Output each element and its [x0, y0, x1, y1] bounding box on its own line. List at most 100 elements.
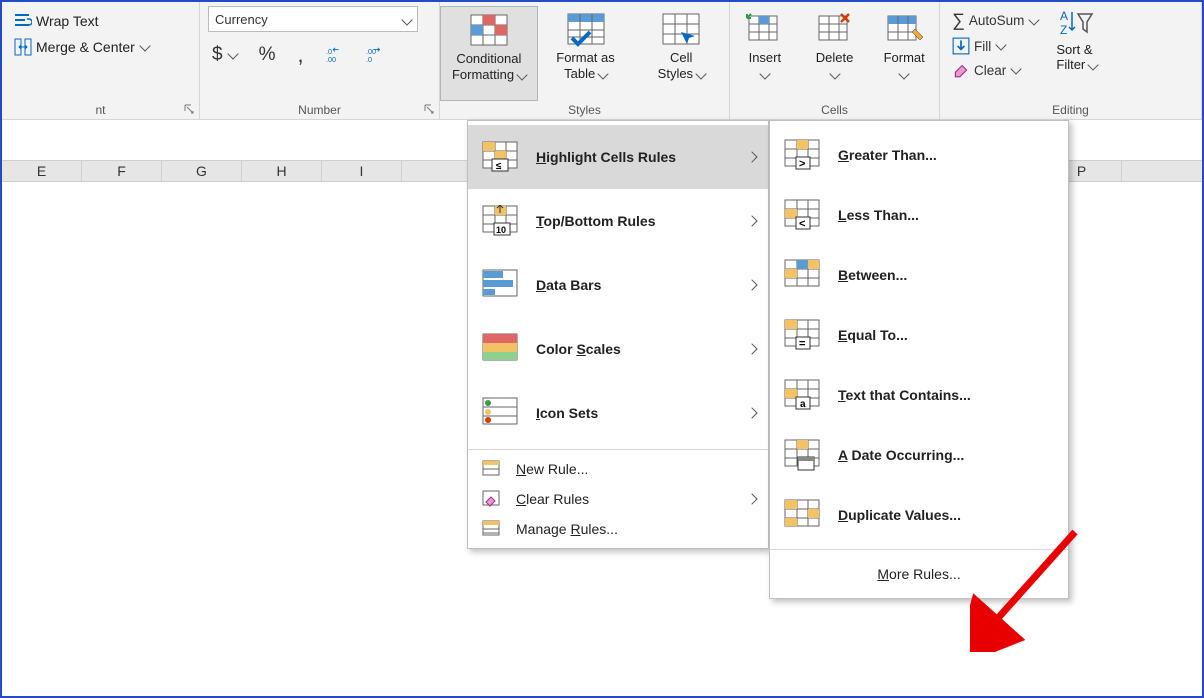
equal-to-icon: =: [784, 319, 824, 351]
new-rule-icon: [482, 460, 502, 478]
highlight-cells-submenu: > Greater Than... < Less Than... Between…: [769, 120, 1069, 599]
menu-top-bottom-rules[interactable]: 10 Top/Bottom Rules: [468, 189, 768, 253]
menu-label: ore Rules...: [889, 566, 961, 582]
icon-sets-icon: [482, 397, 522, 429]
highlight-cells-icon: ≤: [482, 141, 522, 173]
app-frame: Wrap Text Merge & Center nt Currency $: [0, 0, 1204, 698]
menu-color-scales[interactable]: Color Scales: [468, 317, 768, 381]
top-bottom-icon: 10: [482, 205, 522, 237]
less-than-icon: <: [784, 199, 824, 231]
menu-label: con Sets: [540, 405, 598, 421]
autosum-button[interactable]: ∑ AutoSum: [948, 8, 1042, 33]
clear-rules-icon: [482, 490, 502, 508]
menu-label: reater Than...: [849, 147, 937, 163]
menu-new-rule[interactable]: New Rule...: [468, 454, 768, 484]
sort-filter-button[interactable]: AZ Sort &Filter: [1052, 6, 1101, 81]
decrease-decimal-button[interactable]: .00.0: [362, 44, 388, 66]
menu-label: ighlight Cells Rules: [546, 149, 676, 165]
number-group: Currency $ % , .0.00 .00.0 Number: [200, 2, 440, 119]
delete-icon: [815, 12, 855, 48]
menu-label: ext that Contains...: [846, 387, 971, 403]
ribbon: Wrap Text Merge & Center nt Currency $: [2, 2, 1202, 120]
menu-label: uplicate Values...: [848, 507, 961, 523]
chevron-down-icon: [403, 12, 411, 27]
menu-label: op/Bottom Rules: [544, 213, 656, 229]
format-as-table-button[interactable]: Format asTable: [538, 6, 634, 101]
svg-text:<: <: [799, 218, 805, 230]
sort-filter-icon: AZ: [1060, 8, 1094, 38]
merge-center-button[interactable]: Merge & Center: [10, 36, 191, 58]
menu-data-bars[interactable]: Data Bars: [468, 253, 768, 317]
svg-text:a: a: [800, 399, 806, 410]
col-header[interactable]: I: [322, 161, 402, 181]
conditional-formatting-icon: [469, 13, 509, 49]
number-format-value: Currency: [215, 12, 268, 27]
menu-label: qual To...: [847, 327, 907, 343]
comma-format-button[interactable]: ,: [293, 48, 307, 62]
menu-text-contains[interactable]: a Text that Contains...: [770, 365, 1068, 425]
greater-than-icon: >: [784, 139, 824, 171]
menu-clear-rules[interactable]: Clear Rules: [468, 484, 768, 514]
format-cells-button[interactable]: Format: [869, 6, 939, 101]
menu-label: ata Bars: [546, 277, 601, 293]
editing-group: ∑ AutoSum Fill Clear: [940, 2, 1202, 119]
clear-button[interactable]: Clear: [948, 59, 1042, 81]
merge-center-icon: [14, 38, 32, 56]
col-header[interactable]: E: [2, 161, 82, 181]
data-bars-icon: [482, 269, 522, 301]
menu-highlight-cells-rules[interactable]: ≤ Highlight Cells Rules: [468, 125, 768, 189]
accounting-format-button[interactable]: $: [208, 42, 241, 68]
chevron-right-icon: [748, 150, 756, 164]
number-format-select[interactable]: Currency: [208, 6, 418, 32]
col-header[interactable]: F: [82, 161, 162, 181]
svg-text:=: =: [799, 338, 805, 350]
menu-label: ess Than...: [847, 207, 919, 223]
number-launcher[interactable]: [423, 103, 435, 115]
styles-group: ConditionalFormatting Format asTable: [440, 2, 730, 119]
menu-duplicate-values[interactable]: Duplicate Values...: [770, 485, 1068, 545]
chevron-down-icon: [141, 42, 149, 52]
alignment-launcher[interactable]: [183, 103, 195, 115]
svg-text:.00: .00: [326, 55, 336, 64]
menu-icon-sets[interactable]: Icon Sets: [468, 381, 768, 445]
duplicate-values-icon: [784, 499, 824, 531]
editing-group-label: Editing: [940, 103, 1201, 117]
cells-group-label: Cells: [730, 103, 939, 117]
fill-button[interactable]: Fill: [948, 35, 1042, 57]
menu-more-rules[interactable]: More Rules...: [770, 554, 1068, 594]
date-occurring-icon: [784, 439, 824, 471]
percent-format-button[interactable]: %: [255, 42, 280, 68]
conditional-formatting-button[interactable]: ConditionalFormatting: [440, 6, 538, 101]
menu-between[interactable]: Between...: [770, 245, 1068, 305]
col-header[interactable]: G: [162, 161, 242, 181]
manage-rules-icon: [482, 520, 502, 538]
insert-icon: [745, 12, 785, 48]
svg-text:A: A: [1060, 9, 1068, 23]
fill-icon: [952, 37, 970, 55]
eraser-icon: [952, 61, 970, 79]
svg-text:10: 10: [496, 225, 506, 235]
wrap-text-icon: [14, 12, 32, 30]
menu-equal-to[interactable]: = Equal To...: [770, 305, 1068, 365]
increase-decimal-icon: .0.00: [326, 46, 344, 64]
col-header[interactable]: H: [242, 161, 322, 181]
menu-greater-than[interactable]: > Greater Than...: [770, 125, 1068, 185]
delete-cells-button[interactable]: Delete: [800, 6, 870, 101]
alignment-group-label: nt: [2, 103, 199, 117]
increase-decimal-button[interactable]: .0.00: [322, 44, 348, 66]
menu-date-occurring[interactable]: A Date Occurring...: [770, 425, 1068, 485]
menu-less-than[interactable]: < Less Than...: [770, 185, 1068, 245]
svg-text:.0: .0: [366, 55, 372, 64]
insert-cells-button[interactable]: Insert: [730, 6, 800, 101]
cell-styles-button[interactable]: CellStyles: [633, 6, 729, 101]
merge-center-label: Merge & Center: [36, 39, 135, 55]
cells-group: Insert Delete Format Cells: [730, 2, 940, 119]
format-icon: [884, 12, 924, 48]
format-as-table-icon: [566, 12, 606, 48]
menu-manage-rules[interactable]: Manage Rules...: [468, 514, 768, 544]
color-scales-icon: [482, 333, 522, 365]
number-group-label: Number: [200, 103, 439, 117]
wrap-text-button[interactable]: Wrap Text: [10, 10, 191, 32]
styles-group-label: Styles: [440, 103, 729, 117]
menu-label: lear Rules: [526, 491, 589, 507]
